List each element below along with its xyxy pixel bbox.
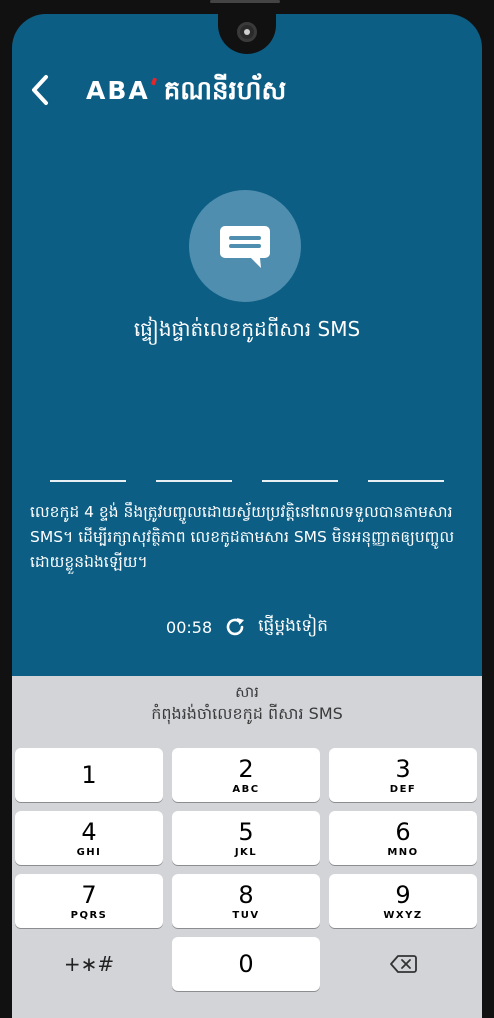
resend-row: 00:58 ផ្ញើម្តងទៀត xyxy=(12,612,482,642)
key-letters: ABC xyxy=(232,783,260,795)
key-8[interactable]: 8 TUV xyxy=(172,874,320,928)
phone-frame: ABA គណនីរហ័ស ផ្ទៀងផ្ទាត់លេខកូដពីសារ SMS … xyxy=(0,0,494,1018)
suggestion-text: កំពុងរង់ចាំលេខកូដ ពីសារ SMS xyxy=(151,704,343,723)
logo-accent-mark xyxy=(150,77,157,86)
chat-bubble-icon xyxy=(220,226,270,268)
keyboard-suggestion[interactable]: សារ កំពុងរង់ចាំលេខកូដ ពីសារ SMS xyxy=(12,682,482,726)
otp-digit-slot xyxy=(50,480,126,482)
key-letters: PQRS xyxy=(70,909,108,921)
key-digit: 1 xyxy=(81,761,97,789)
otp-digit-slot xyxy=(262,480,338,482)
key-4[interactable]: 4 GHI xyxy=(15,811,163,865)
backspace-icon xyxy=(390,955,417,973)
suggestion-title: សារ xyxy=(235,683,259,701)
key-digit: 7 xyxy=(81,880,97,909)
key-6[interactable]: 6 MNO xyxy=(329,811,477,865)
key-digit: 4 xyxy=(81,817,97,846)
numeric-keyboard: សារ កំពុងរង់ចាំលេខកូដ ពីសារ SMS 1 2 ABC … xyxy=(12,676,482,1018)
otp-input[interactable] xyxy=(50,480,444,486)
key-digit: 3 xyxy=(395,754,411,783)
key-letters: WXYZ xyxy=(383,909,423,921)
key-3[interactable]: 3 DEF xyxy=(329,748,477,802)
speaker-slit xyxy=(210,0,280,3)
brand-area: ABA គណនីរហ័ស xyxy=(86,74,286,112)
symbols-label: +∗# xyxy=(63,952,115,976)
key-digit: 9 xyxy=(395,880,411,909)
key-digit: 2 xyxy=(238,754,254,783)
back-button[interactable] xyxy=(24,72,56,108)
page-title: គណនីរហ័ស xyxy=(163,76,287,106)
aba-logo: ABA xyxy=(86,76,157,105)
app-screen: ABA គណនីរហ័ស ផ្ទៀងផ្ទាត់លេខកូដពីសារ SMS … xyxy=(12,14,482,1018)
symbols-key[interactable]: +∗# xyxy=(15,937,163,991)
otp-info-text: លេខកូដ 4 ខ្ទង់ នឹងត្រូវបញ្ចូលដោយស្វ័យប្រ… xyxy=(30,503,455,571)
key-letters: GHI xyxy=(76,846,102,858)
countdown-timer: 00:58 xyxy=(166,617,213,637)
backspace-key[interactable] xyxy=(329,937,477,991)
otp-digit-slot xyxy=(156,480,232,482)
front-camera-icon xyxy=(237,22,257,42)
key-digit: 0 xyxy=(238,950,254,978)
key-letters: MNO xyxy=(387,846,419,858)
resend-button[interactable]: ផ្ញើម្តងទៀត xyxy=(258,615,328,640)
message-icon-badge xyxy=(189,190,301,302)
key-digit: 6 xyxy=(395,817,411,846)
verify-title: ផ្ទៀងផ្ទាត់លេខកូដពីសារ SMS xyxy=(133,317,361,341)
camera-notch xyxy=(218,14,276,54)
key-letters: DEF xyxy=(389,783,417,795)
app-header: ABA គណនីរហ័ស xyxy=(12,66,482,114)
key-5[interactable]: 5 JKL xyxy=(172,811,320,865)
key-0[interactable]: 0 xyxy=(172,937,320,991)
key-2[interactable]: 2 ABC xyxy=(172,748,320,802)
otp-digit-slot xyxy=(368,480,444,482)
key-digit: 5 xyxy=(238,817,254,846)
key-letters: TUV xyxy=(232,909,260,921)
chevron-left-icon xyxy=(32,75,48,105)
key-1[interactable]: 1 xyxy=(15,748,163,802)
key-7[interactable]: 7 PQRS xyxy=(15,874,163,928)
key-digit: 8 xyxy=(238,880,254,909)
key-letters: JKL xyxy=(234,846,258,858)
refresh-icon[interactable] xyxy=(224,616,246,638)
key-9[interactable]: 9 WXYZ xyxy=(329,874,477,928)
